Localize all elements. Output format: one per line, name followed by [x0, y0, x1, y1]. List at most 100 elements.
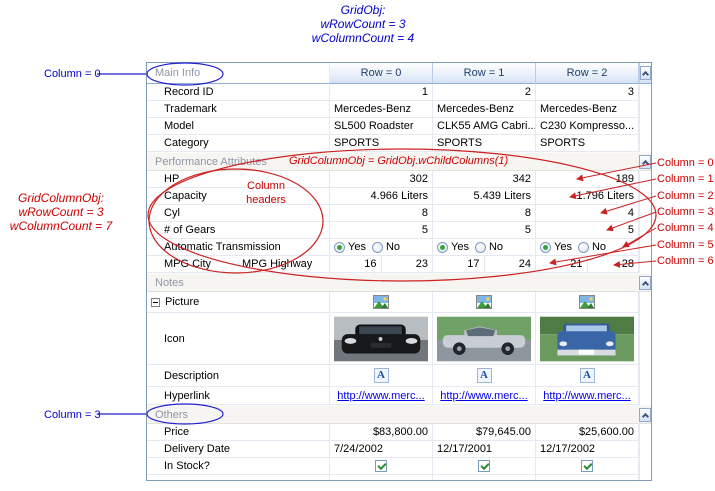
grid-row-price: Price $83,800.00 $79,645.00 $25,600.00 [147, 424, 651, 441]
radio-no-icon[interactable] [578, 242, 589, 253]
radio-no-label: No [386, 241, 400, 253]
cell-trademark-2[interactable]: Mercedes-Benz [536, 101, 639, 118]
cell-record-id-1[interactable]: 2 [433, 84, 536, 101]
cell-mpg-highway-2[interactable]: 28 [587, 256, 639, 272]
cell-gears-0[interactable]: 5 [330, 222, 433, 239]
cell-category-1[interactable]: SPORTS [433, 135, 536, 152]
column-header-row0[interactable]: Row = 0 [330, 63, 433, 84]
cell-cyl-1[interactable]: 8 [433, 205, 536, 222]
cell-model-1[interactable]: CLK55 AMG Cabri... [433, 118, 536, 135]
cell-cyl-0[interactable]: 8 [330, 205, 433, 222]
cell-picture-0[interactable] [330, 292, 433, 313]
checkbox-checked-icon[interactable] [581, 460, 593, 472]
right-strip [639, 424, 651, 441]
cell-mpg-city-0[interactable]: 16 [330, 256, 381, 272]
cell-delivery-2[interactable]: 12/17/2002 [536, 441, 639, 458]
grid-row-record-id: Record ID 1 2 3 [147, 84, 651, 101]
grid-row-description: Description A A A [147, 365, 651, 387]
right-column0-label: Column = 0 [657, 156, 714, 170]
radio-yes-label: Yes [348, 241, 366, 253]
cell-record-id-2[interactable]: 3 [536, 84, 639, 101]
cell-description-2[interactable]: A [536, 365, 639, 387]
radio-yes-selected-icon[interactable] [334, 242, 345, 253]
cell-icon-1[interactable] [433, 313, 536, 365]
right-column2-label: Column = 2 [657, 189, 714, 203]
filler-cell [330, 475, 433, 480]
radio-yes-selected-icon[interactable] [540, 242, 551, 253]
hyperlink[interactable]: http://www.merc... [440, 390, 527, 402]
cell-hyperlink-2: http://www.merc... [536, 387, 639, 405]
cell-auto-2: YesNo [536, 239, 639, 256]
radio-yes-label: Yes [554, 241, 572, 253]
grid-row-gears: # of Gears 5 5 5 [147, 222, 651, 239]
annotated-grid-figure: Main Info Row = 0 Row = 1 Row = 2 Record… [0, 0, 715, 491]
cell-record-id-0[interactable]: 1 [330, 84, 433, 101]
cell-model-2[interactable]: C230 Kompresso... [536, 118, 639, 135]
radio-yes-selected-icon[interactable] [437, 242, 448, 253]
chevron-up-icon [641, 159, 648, 166]
cell-mpg-city-2[interactable]: 21 [536, 256, 587, 272]
grid-row-automatic-transmission: Automatic Transmission YesNo YesNo YesNo [147, 239, 651, 256]
cell-delivery-1[interactable]: 12/17/2001 [433, 441, 536, 458]
cell-price-0[interactable]: $83,800.00 [330, 424, 433, 441]
grid-row-category: Category SPORTS SPORTS SPORTS [147, 135, 651, 152]
cell-category-0[interactable]: SPORTS [330, 135, 433, 152]
cell-description-0[interactable]: A [330, 365, 433, 387]
cell-capacity-2[interactable]: 1.796 Liters [536, 188, 639, 205]
cell-hp-1[interactable]: 342 [433, 171, 536, 188]
collapse-minus-box-icon[interactable] [151, 298, 160, 307]
row-label-delivery-date: Delivery Date [147, 441, 330, 458]
cell-mpg-highway-0[interactable]: 23 [381, 256, 433, 272]
column-headers-label: Column headers [234, 179, 298, 207]
cell-mpg-city-1[interactable]: 17 [433, 256, 484, 272]
right-strip [639, 188, 651, 205]
cell-capacity-0[interactable]: 4.966 Liters [330, 188, 433, 205]
grid-row-capacity: Capacity 4.966 Liters 5.439 Liters 1.796… [147, 188, 651, 205]
cell-price-1[interactable]: $79,645.00 [433, 424, 536, 441]
cell-price-2[interactable]: $25,600.00 [536, 424, 639, 441]
chevron-up-icon [641, 412, 648, 419]
grid-row-in-stock: In Stock? [147, 458, 651, 475]
column-header-row1[interactable]: Row = 1 [433, 63, 536, 84]
cell-cyl-2[interactable]: 4 [536, 205, 639, 222]
cell-model-0[interactable]: SL500 Roadster [330, 118, 433, 135]
cell-icon-0[interactable] [330, 313, 433, 365]
cell-picture-2[interactable] [536, 292, 639, 313]
collapse-button-others[interactable] [639, 408, 651, 422]
section-notes: Notes [147, 273, 651, 292]
cell-trademark-1[interactable]: Mercedes-Benz [433, 101, 536, 118]
cell-hp-0[interactable]: 302 [330, 171, 433, 188]
gridobj-annotation: GridObj: wRowCount = 3 wColumnCount = 4 [280, 3, 446, 45]
cell-mpg-highway-1[interactable]: 24 [484, 256, 536, 272]
cell-hp-2[interactable]: 189 [536, 171, 639, 188]
collapse-button-performance[interactable] [639, 155, 651, 169]
cell-icon-2[interactable] [536, 313, 639, 365]
right-strip [639, 387, 651, 405]
collapse-button-notes[interactable] [639, 276, 651, 290]
row-label-hyperlink: Hyperlink [147, 387, 330, 405]
cell-trademark-0[interactable]: Mercedes-Benz [330, 101, 433, 118]
grid-row-model: Model SL500 Roadster CLK55 AMG Cabri... … [147, 118, 651, 135]
cell-description-1[interactable]: A [433, 365, 536, 387]
checkbox-checked-icon[interactable] [375, 460, 387, 472]
hyperlink[interactable]: http://www.merc... [543, 390, 630, 402]
radio-no-icon[interactable] [372, 242, 383, 253]
cell-gears-1[interactable]: 5 [433, 222, 536, 239]
right-column5-label: Column = 5 [657, 238, 714, 252]
cell-capacity-1[interactable]: 5.439 Liters [433, 188, 536, 205]
hyperlink[interactable]: http://www.merc... [337, 390, 424, 402]
cell-category-2[interactable]: SPORTS [536, 135, 639, 152]
collapse-button-main-info[interactable] [640, 66, 651, 80]
annotation-line: wRowCount = 3 [2, 205, 120, 219]
cell-picture-1[interactable] [433, 292, 536, 313]
grid-header-row: Main Info Row = 0 Row = 1 Row = 2 [147, 63, 651, 84]
grid-row-hyperlink: Hyperlink http://www.merc... http://www.… [147, 387, 651, 405]
cell-gears-2[interactable]: 5 [536, 222, 639, 239]
checkbox-checked-icon[interactable] [478, 460, 490, 472]
cell-delivery-0[interactable]: 7/24/2002 [330, 441, 433, 458]
radio-no-icon[interactable] [475, 242, 486, 253]
section-others: Others [147, 405, 651, 424]
annotation-line: GridObj: [280, 3, 446, 17]
column-header-row2[interactable]: Row = 2 [536, 63, 639, 84]
annotation-line: headers [234, 193, 298, 207]
